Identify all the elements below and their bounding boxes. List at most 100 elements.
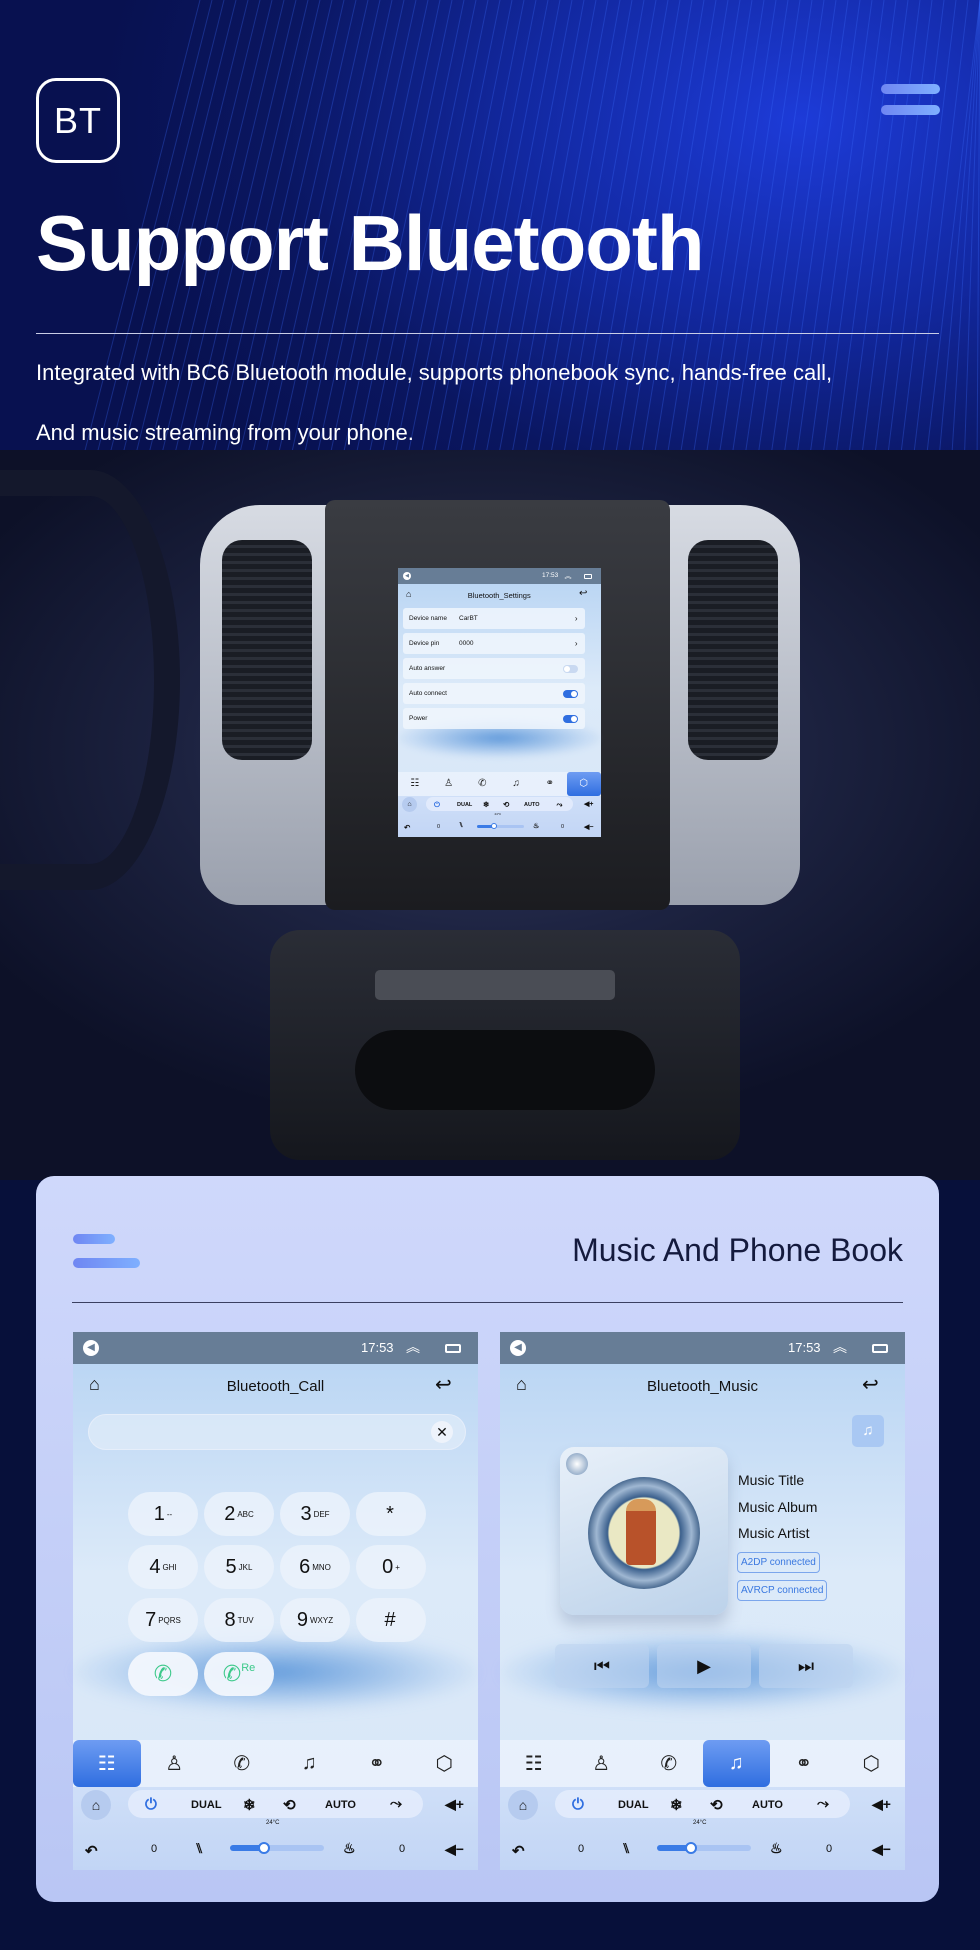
recent-apps-icon[interactable] bbox=[584, 574, 592, 579]
volume-up-icon[interactable]: ◀+ bbox=[584, 800, 593, 808]
tab-music[interactable]: ♫ bbox=[276, 1740, 344, 1787]
volume-down-icon[interactable]: ◀− bbox=[584, 823, 593, 831]
recent-apps-icon[interactable] bbox=[872, 1344, 888, 1353]
recirculation-icon[interactable]: ⟲ bbox=[283, 1796, 296, 1814]
back-arrow-icon[interactable]: ↶ bbox=[512, 1842, 525, 1860]
hazard-button-row[interactable] bbox=[375, 970, 615, 1000]
dial-key[interactable]: * bbox=[356, 1492, 426, 1536]
back-circle-icon[interactable]: ◀ bbox=[83, 1340, 99, 1356]
call-button[interactable]: ✆ bbox=[128, 1652, 198, 1696]
toggle-switch[interactable] bbox=[562, 664, 578, 673]
dial-key[interactable]: 2 ABC bbox=[204, 1492, 274, 1536]
home-button-icon[interactable]: ⌂ bbox=[402, 797, 417, 812]
chevron-right-icon[interactable]: › bbox=[575, 614, 578, 623]
tab-music[interactable]: ♫ bbox=[702, 1740, 770, 1787]
back-circle-icon[interactable]: ◀ bbox=[403, 572, 411, 580]
volume-down-icon[interactable]: ◀− bbox=[872, 1841, 891, 1858]
back-arrow-icon[interactable]: ↶ bbox=[404, 823, 410, 832]
volume-down-icon[interactable]: ◀− bbox=[445, 1841, 464, 1858]
auto-button[interactable]: AUTO bbox=[524, 802, 539, 808]
settings-row[interactable]: Auto answer bbox=[403, 658, 585, 679]
chevrons-up-icon[interactable]: ︽ bbox=[565, 571, 572, 581]
tab-settings[interactable]: ⬡ bbox=[411, 1740, 479, 1787]
tab-call-log[interactable]: ✆ bbox=[466, 772, 500, 796]
tab-call-log[interactable]: ✆ bbox=[635, 1740, 703, 1787]
airflow-icon[interactable]: ⤳ bbox=[557, 800, 563, 810]
seat-left-icon[interactable]: ⑊ bbox=[459, 822, 463, 829]
recent-apps-icon[interactable] bbox=[445, 1344, 461, 1353]
power-icon[interactable]: ⏻ bbox=[434, 800, 440, 810]
tab-link[interactable]: ⚭ bbox=[533, 772, 567, 796]
tab-contacts[interactable]: ♙ bbox=[432, 772, 466, 796]
chevrons-up-icon[interactable]: ︽ bbox=[406, 1337, 420, 1357]
tab-settings[interactable]: ⬡ bbox=[566, 772, 601, 796]
settings-row[interactable]: Auto connect bbox=[403, 683, 585, 704]
dial-key[interactable]: 3 DEF bbox=[280, 1492, 350, 1536]
play-button[interactable]: ▶ bbox=[657, 1644, 751, 1688]
tab-link[interactable]: ⚭ bbox=[343, 1740, 411, 1787]
toggle-switch[interactable] bbox=[562, 689, 578, 698]
return-icon[interactable]: ↩ bbox=[579, 588, 587, 599]
settings-row[interactable]: Device pin 0000 › bbox=[403, 633, 585, 654]
tab-keypad[interactable]: ☷ bbox=[398, 772, 432, 796]
dial-key[interactable]: 6 MNO bbox=[280, 1545, 350, 1589]
return-icon[interactable]: ↩ bbox=[435, 1372, 452, 1397]
airflow-icon[interactable]: ⤳ bbox=[817, 1795, 829, 1812]
dial-key[interactable]: 7 PQRS bbox=[128, 1598, 198, 1642]
previous-button[interactable]: ⏮ bbox=[555, 1644, 649, 1688]
fan-snowflake-icon[interactable]: ❄ bbox=[243, 1796, 256, 1814]
redial-button[interactable]: ✆ Re bbox=[204, 1652, 274, 1696]
tab-contacts[interactable]: ♙ bbox=[141, 1740, 209, 1787]
dual-button[interactable]: DUAL bbox=[618, 1799, 649, 1811]
fan-slider[interactable] bbox=[657, 1845, 751, 1851]
tab-keypad[interactable]: ☷ bbox=[500, 1740, 568, 1787]
chevron-right-icon[interactable]: › bbox=[575, 639, 578, 648]
tab-contacts[interactable]: ♙ bbox=[568, 1740, 636, 1787]
fan-slider-handle[interactable] bbox=[490, 823, 497, 829]
fan-snowflake-icon[interactable]: ❄ bbox=[483, 800, 489, 809]
tab-settings[interactable]: ⬡ bbox=[838, 1740, 906, 1787]
music-source-button[interactable]: ♫ bbox=[852, 1415, 884, 1447]
fan-slider-handle[interactable] bbox=[685, 1842, 697, 1854]
dial-key[interactable]: 9 WXYZ bbox=[280, 1598, 350, 1642]
dial-key[interactable]: 8 TUV bbox=[204, 1598, 274, 1642]
settings-row[interactable]: Power bbox=[403, 708, 585, 729]
fan-slider[interactable] bbox=[230, 1845, 324, 1851]
seat-left-icon[interactable]: ⑊ bbox=[622, 1840, 630, 1856]
dial-key[interactable]: 4 GHI bbox=[128, 1545, 198, 1589]
phone-number-input[interactable] bbox=[88, 1414, 466, 1450]
clear-icon[interactable]: ✕ bbox=[431, 1421, 453, 1443]
airflow-icon[interactable]: ⤳ bbox=[390, 1795, 402, 1812]
volume-up-icon[interactable]: ◀+ bbox=[872, 1796, 891, 1813]
seat-heat-icon[interactable]: ♨ bbox=[343, 1840, 356, 1857]
fan-slider[interactable] bbox=[476, 824, 524, 828]
home-button-icon[interactable]: ⌂ bbox=[508, 1790, 538, 1820]
dual-button[interactable]: DUAL bbox=[457, 802, 472, 808]
chevrons-up-icon[interactable]: ︽ bbox=[833, 1337, 847, 1357]
tab-link[interactable]: ⚭ bbox=[770, 1740, 838, 1787]
dial-key[interactable]: 5 JKL bbox=[204, 1545, 274, 1589]
seat-left-icon[interactable]: ⑊ bbox=[195, 1840, 203, 1856]
fan-snowflake-icon[interactable]: ❄ bbox=[670, 1796, 683, 1814]
dial-key[interactable]: # bbox=[356, 1598, 426, 1642]
dual-button[interactable]: DUAL bbox=[191, 1799, 222, 1811]
dial-key[interactable]: 0 + bbox=[356, 1545, 426, 1589]
fan-slider-handle[interactable] bbox=[258, 1842, 270, 1854]
seat-heat-icon[interactable]: ♨ bbox=[533, 822, 539, 830]
power-icon[interactable]: ⏻ bbox=[145, 1796, 157, 1813]
auto-button[interactable]: AUTO bbox=[752, 1799, 783, 1811]
return-icon[interactable]: ↩ bbox=[862, 1372, 879, 1397]
recirculation-icon[interactable]: ⟲ bbox=[710, 1796, 723, 1814]
volume-up-icon[interactable]: ◀+ bbox=[445, 1796, 464, 1813]
tab-music[interactable]: ♫ bbox=[499, 772, 533, 796]
home-button-icon[interactable]: ⌂ bbox=[81, 1790, 111, 1820]
tab-call-log[interactable]: ✆ bbox=[208, 1740, 276, 1787]
dial-key[interactable]: 1 -- bbox=[128, 1492, 198, 1536]
back-circle-icon[interactable]: ◀ bbox=[510, 1340, 526, 1356]
seat-heat-icon[interactable]: ♨ bbox=[770, 1840, 783, 1857]
toggle-switch[interactable] bbox=[562, 714, 578, 723]
tab-keypad[interactable]: ☷ bbox=[73, 1740, 141, 1787]
climate-control-panel[interactable] bbox=[355, 1030, 655, 1110]
next-button[interactable]: ⏭ bbox=[759, 1644, 853, 1688]
auto-button[interactable]: AUTO bbox=[325, 1799, 356, 1811]
